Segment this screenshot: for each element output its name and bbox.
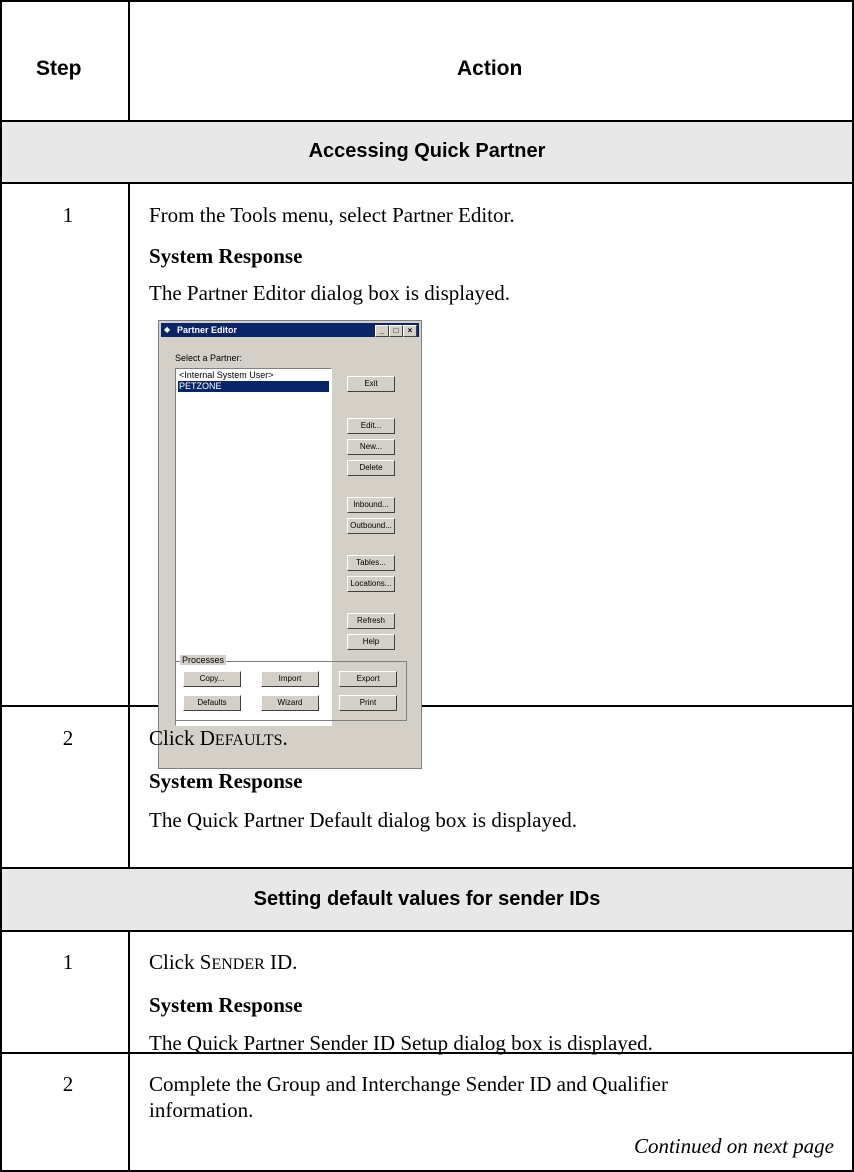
- section-title-accessing-quick-partner: Accessing Quick Partner: [308, 140, 546, 162]
- export-button[interactable]: Export: [339, 671, 397, 687]
- instruction-prefix: Click: [149, 950, 200, 974]
- step-column-header: Step: [36, 57, 82, 80]
- dialog-title-bar: ◆ Partner Editor _ □ ×: [161, 323, 419, 337]
- instruction-command-rest: EFAULTS: [214, 732, 283, 749]
- continued-note: Continued on next page: [633, 1134, 834, 1158]
- processes-group: [175, 661, 407, 721]
- print-button[interactable]: Print: [339, 695, 397, 711]
- delete-button[interactable]: Delete: [347, 460, 395, 476]
- step-instruction: Click SENDER ID.: [149, 950, 297, 975]
- system-response-label: System Response: [149, 244, 303, 268]
- step-instruction-line-1: Complete the Group and Interchange Sende…: [149, 1072, 668, 1096]
- step-number: 2: [62, 726, 74, 750]
- section-title-sender-ids: Setting default values for sender IDs: [253, 888, 601, 910]
- instruction-prefix: Click: [149, 726, 200, 750]
- column-divider-section-2: [128, 930, 130, 1172]
- processes-label: Processes: [180, 655, 227, 665]
- import-button[interactable]: Import: [261, 671, 319, 687]
- step-number: 1: [62, 950, 74, 974]
- inbound-button[interactable]: Inbound...: [347, 497, 395, 513]
- app-icon: ◆: [164, 325, 171, 334]
- step-number: 2: [62, 1072, 74, 1096]
- select-partner-label: Select a Partner:: [175, 353, 243, 363]
- dialog-title: Partner Editor: [177, 325, 238, 335]
- tables-button[interactable]: Tables...: [347, 555, 395, 571]
- system-response-label: System Response: [149, 993, 303, 1017]
- system-response-label: System Response: [149, 769, 303, 793]
- action-column-header: Action: [457, 57, 523, 80]
- instruction-command-initial: S: [199, 950, 212, 974]
- instruction-command-rest: ENDER: [211, 956, 265, 973]
- maximize-icon[interactable]: □: [389, 325, 403, 337]
- column-divider-section-1: [128, 182, 130, 869]
- edit-button[interactable]: Edit...: [347, 418, 395, 434]
- instruction-suffix: .: [282, 726, 288, 750]
- refresh-button[interactable]: Refresh: [347, 613, 395, 629]
- outbound-button[interactable]: Outbound...: [347, 518, 395, 534]
- column-divider-header: [128, 0, 130, 122]
- procedure-table: Step Action Accessing Quick Partner 1 Fr…: [0, 0, 854, 1172]
- defaults-button[interactable]: Defaults: [183, 695, 241, 711]
- minimize-icon[interactable]: _: [375, 325, 389, 337]
- step-instruction: From the Tools menu, select Partner Edit…: [149, 203, 515, 227]
- list-item[interactable]: <Internal System User>: [178, 370, 329, 381]
- close-icon[interactable]: ×: [403, 325, 417, 337]
- instruction-suffix: ID.: [264, 950, 298, 974]
- partner-editor-dialog: ◆ Partner Editor _ □ × Select a Partner:…: [158, 320, 422, 769]
- exit-button[interactable]: Exit: [347, 376, 395, 392]
- system-response-text: The Quick Partner Sender ID Setup dialog…: [149, 1031, 653, 1055]
- system-response-text: The Partner Editor dialog box is display…: [149, 281, 511, 305]
- step-instruction-line-2: information.: [149, 1098, 254, 1122]
- copy-button[interactable]: Copy...: [183, 671, 241, 687]
- step-number: 1: [62, 203, 74, 227]
- locations-button[interactable]: Locations...: [347, 576, 395, 592]
- table-left-border: [0, 0, 2, 1172]
- help-button[interactable]: Help: [347, 634, 395, 650]
- new-button[interactable]: New...: [347, 439, 395, 455]
- instruction-command-initial: D: [199, 726, 215, 750]
- list-item[interactable]: PETZONE: [178, 381, 329, 392]
- system-response-text: The Quick Partner Default dialog box is …: [149, 808, 578, 832]
- step-instruction: Click DEFAULTS.: [149, 726, 288, 751]
- wizard-button[interactable]: Wizard: [261, 695, 319, 711]
